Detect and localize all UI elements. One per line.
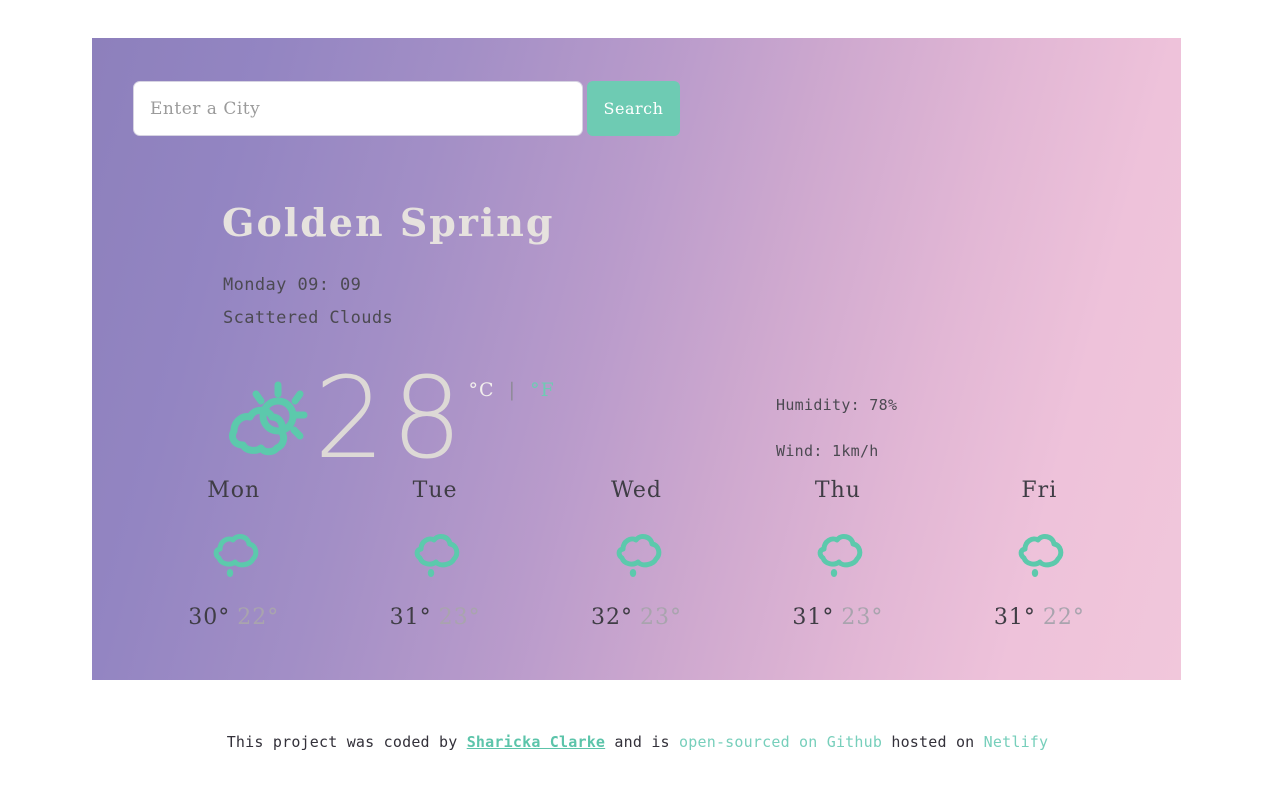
forecast-temp-max: 30°	[188, 605, 231, 630]
forecast-day-label: Thu	[814, 478, 861, 503]
forecast-day-fri: Fri 31° 22°	[939, 478, 1140, 630]
temperature-display: 28 °C | °F	[314, 363, 555, 475]
forecast-temp-max: 31°	[792, 605, 835, 630]
forecast-temps: 30° 22°	[188, 605, 279, 630]
forecast-temp-max: 32°	[591, 605, 634, 630]
forecast-day-label: Fri	[1021, 478, 1058, 503]
forecast-day-mon: Mon 30° 22°	[133, 478, 334, 630]
unit-toggle: °C | °F	[469, 379, 555, 401]
celsius-unit[interactable]: °C	[469, 379, 495, 401]
sun-behind-cloud-icon	[228, 381, 308, 456]
footer-middle: and is	[605, 733, 680, 751]
forecast-temp-min: 22°	[1042, 605, 1085, 630]
forecast-day-label: Wed	[611, 478, 662, 503]
github-link[interactable]: open-sourced on Github	[679, 733, 882, 751]
humidity-value: Humidity: 78%	[776, 396, 898, 414]
unit-separator: |	[508, 379, 517, 401]
current-description: Scattered Clouds	[223, 308, 394, 328]
rain-cloud-icon	[817, 534, 863, 577]
search-form: Search	[133, 81, 680, 136]
current-details: Humidity: 78% Wind: 1km/h	[776, 382, 897, 474]
forecast-day-label: Tue	[412, 478, 458, 503]
search-input[interactable]	[133, 81, 583, 136]
forecast-temps: 31° 22°	[994, 605, 1085, 630]
temperature-value: 28	[314, 354, 469, 484]
forecast-temp-min: 23°	[841, 605, 884, 630]
forecast-temps: 32° 23°	[591, 605, 682, 630]
rain-cloud-icon	[1018, 534, 1064, 577]
author-link[interactable]: Sharicka Clarke	[467, 733, 605, 751]
forecast-day-wed: Wed 32° 23°	[536, 478, 737, 630]
footer-prefix: This project was coded by	[226, 733, 467, 751]
forecast-temp-min: 23°	[640, 605, 683, 630]
footer-credit: This project was coded by Sharicka Clark…	[0, 733, 1275, 751]
forecast-temp-min: 22°	[237, 605, 280, 630]
current-conditions: 28 °C | °F Humidity: 78% Wind: 1km/h	[216, 363, 1141, 493]
current-temperature-group: 28 °C | °F	[216, 363, 555, 475]
forecast-temps: 31° 23°	[390, 605, 481, 630]
rain-cloud-icon	[213, 534, 258, 577]
forecast-day-tue: Tue 31° 23°	[334, 478, 535, 630]
forecast-temp-min: 23°	[438, 605, 481, 630]
fahrenheit-link[interactable]: °F	[530, 379, 555, 401]
forecast-day-label: Mon	[207, 478, 261, 503]
forecast-temp-max: 31°	[993, 605, 1036, 630]
rain-cloud-icon	[414, 534, 460, 577]
page-title: Golden Spring	[222, 200, 555, 245]
wind-value: Wind: 1km/h	[776, 442, 879, 460]
netlify-link[interactable]: Netlify	[984, 733, 1049, 751]
rain-cloud-icon	[616, 534, 661, 577]
weather-app-page: Search Golden Spring Monday 09: 09 Scatt…	[0, 0, 1275, 803]
forecast-temps: 31° 23°	[792, 605, 883, 630]
forecast-row: Mon 30° 22° Tue 31° 23° Wed 32° 23° Thu …	[133, 478, 1140, 630]
current-datetime: Monday 09: 09	[223, 275, 362, 295]
forecast-temp-max: 31°	[389, 605, 432, 630]
search-button[interactable]: Search	[587, 81, 680, 136]
forecast-day-thu: Thu 31° 23°	[737, 478, 938, 630]
footer-hosted-text: hosted on	[882, 733, 984, 751]
weather-card: Search Golden Spring Monday 09: 09 Scatt…	[92, 38, 1181, 680]
current-meta: Monday 09: 09 Scattered Clouds	[223, 269, 393, 335]
